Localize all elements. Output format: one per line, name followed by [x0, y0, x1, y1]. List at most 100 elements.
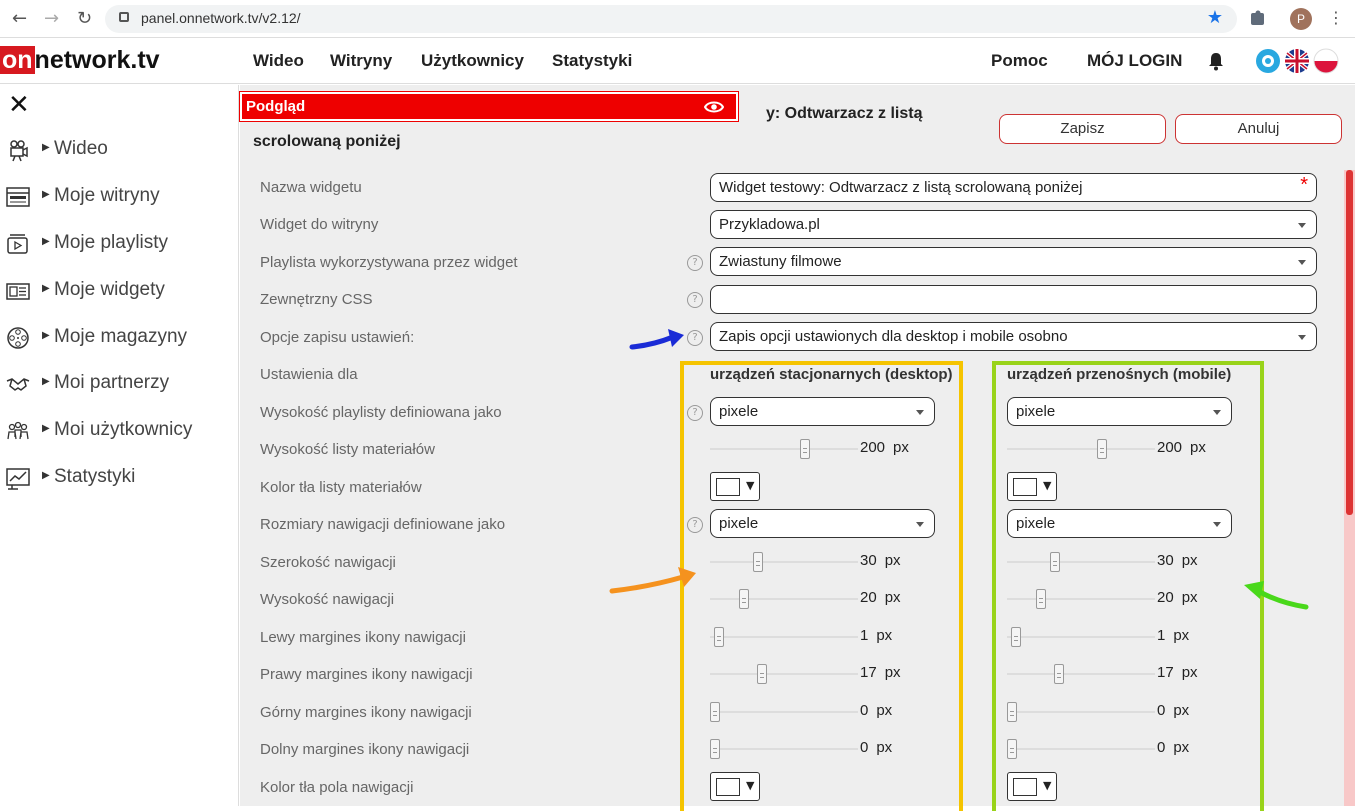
sidebar-item-uzytkownicy[interactable]: ▶ Moi użytkownicy: [6, 417, 231, 445]
save-options-select[interactable]: Zapis opcji ustawionych dla desktop i mo…: [710, 322, 1317, 351]
slider-track[interactable]: [710, 673, 858, 675]
mobile-slider[interactable]: 30 px: [1007, 552, 1207, 572]
topnav-uzytkownicy[interactable]: Użytkownicy: [421, 51, 524, 71]
desktop-unit-select[interactable]: pixele: [710, 397, 935, 426]
slider-track[interactable]: [710, 636, 858, 638]
slider-thumb[interactable]: [1054, 664, 1064, 684]
slider-track[interactable]: [1007, 711, 1155, 713]
mobile-slider[interactable]: 0 px: [1007, 702, 1207, 722]
css-input[interactable]: [710, 285, 1317, 314]
help-link[interactable]: Pomoc: [991, 51, 1048, 71]
widget-icon: [6, 283, 30, 300]
slider-track[interactable]: [710, 711, 858, 713]
sidebar-item-label: Moi użytkownicy: [54, 419, 193, 440]
expand-arrow-icon: ▶: [42, 236, 50, 247]
mobile-unit-select[interactable]: pixele: [1007, 509, 1232, 538]
mobile-color-picker[interactable]: ▼: [1007, 472, 1057, 501]
desktop-slider[interactable]: 200 px: [710, 439, 910, 459]
setting-row-label: Rozmiary nawigacji definiowane jako: [260, 516, 506, 533]
close-icon[interactable]: ✕: [8, 90, 30, 120]
slider-thumb[interactable]: [710, 739, 720, 759]
desktop-slider[interactable]: 0 px: [710, 739, 910, 759]
profile-avatar[interactable]: P: [1290, 8, 1312, 30]
skype-icon[interactable]: [1255, 48, 1281, 74]
desktop-slider[interactable]: 17 px: [710, 664, 910, 684]
slider-track[interactable]: [710, 598, 858, 600]
slider-track[interactable]: [1007, 598, 1155, 600]
slider-track[interactable]: [1007, 448, 1155, 450]
desktop-color-picker[interactable]: ▼: [710, 772, 760, 801]
slider-track[interactable]: [1007, 561, 1155, 563]
my-login-link[interactable]: MÓJ LOGIN: [1087, 51, 1182, 71]
help-icon[interactable]: ?: [687, 255, 703, 271]
menu-dots-icon[interactable]: ⋮: [1328, 8, 1344, 27]
help-icon[interactable]: ?: [687, 517, 703, 533]
extension-puzzle-icon[interactable]: [1249, 9, 1267, 27]
logo[interactable]: onnetwork.tv: [0, 46, 160, 74]
desktop-slider[interactable]: 1 px: [710, 627, 910, 647]
slider-thumb[interactable]: [1050, 552, 1060, 572]
preview-label: Podgląd: [246, 98, 306, 115]
page-scrollbar[interactable]: [1344, 170, 1355, 806]
help-icon[interactable]: ?: [687, 405, 703, 421]
slider-thumb[interactable]: [1011, 627, 1021, 647]
back-icon[interactable]: ←: [12, 8, 27, 29]
slider-track[interactable]: [1007, 748, 1155, 750]
mobile-color-picker[interactable]: ▼: [1007, 772, 1057, 801]
slider-thumb[interactable]: [1097, 439, 1107, 459]
slider-thumb[interactable]: [714, 627, 724, 647]
sidebar-item-widgety[interactable]: ▶ Moje widgety: [6, 277, 231, 305]
sidebar-item-partnerzy[interactable]: ▶ Moi partnerzy: [6, 370, 231, 398]
slider-value: 30 px: [1157, 552, 1198, 569]
slider-track[interactable]: [1007, 636, 1155, 638]
slider-track[interactable]: [710, 561, 858, 563]
slider-track[interactable]: [710, 448, 858, 450]
desktop-slider[interactable]: 30 px: [710, 552, 910, 572]
desktop-unit-select[interactable]: pixele: [710, 509, 935, 538]
slider-thumb[interactable]: [710, 702, 720, 722]
slider-track[interactable]: [710, 748, 858, 750]
eye-icon[interactable]: [704, 100, 724, 114]
slider-thumb[interactable]: [1007, 739, 1017, 759]
reload-icon[interactable]: ↻: [77, 8, 92, 29]
widget-name-input[interactable]: Widget testowy: Odtwarzacz z listą scrol…: [710, 173, 1317, 202]
mobile-slider[interactable]: 20 px: [1007, 589, 1207, 609]
help-icon[interactable]: ?: [687, 292, 703, 308]
site-select[interactable]: Przykladowa.pl: [710, 210, 1317, 239]
uk-flag-icon[interactable]: [1284, 48, 1310, 74]
cancel-button[interactable]: Anuluj: [1175, 114, 1342, 144]
slider-thumb[interactable]: [800, 439, 810, 459]
dropdown-arrow-icon: ▼: [1043, 779, 1052, 792]
slider-thumb[interactable]: [757, 664, 767, 684]
slider-thumb[interactable]: [739, 589, 749, 609]
pl-flag-icon[interactable]: [1313, 48, 1339, 74]
slider-thumb[interactable]: [753, 552, 763, 572]
mobile-slider[interactable]: 0 px: [1007, 739, 1207, 759]
forward-icon[interactable]: →: [44, 8, 59, 29]
slider-thumb[interactable]: [1007, 702, 1017, 722]
desktop-slider[interactable]: 0 px: [710, 702, 910, 722]
slider-thumb[interactable]: [1036, 589, 1046, 609]
topnav-witryny[interactable]: Witryny: [330, 51, 392, 71]
sidebar-item-statystyki[interactable]: ▶ Statystyki: [6, 464, 231, 492]
slider-track[interactable]: [1007, 673, 1155, 675]
save-button[interactable]: Zapisz: [999, 114, 1166, 144]
scrollbar-thumb[interactable]: [1346, 170, 1353, 515]
topnav-wideo[interactable]: Wideo: [253, 51, 304, 71]
bookmark-star-icon[interactable]: ★: [1207, 7, 1223, 28]
sidebar-item-magazyny[interactable]: ▶ Moje magazyny: [6, 324, 231, 352]
sidebar-item-wideo[interactable]: ▶ Wideo: [6, 136, 231, 164]
playlist-select[interactable]: Zwiastuny filmowe: [710, 247, 1317, 276]
desktop-slider[interactable]: 20 px: [710, 589, 910, 609]
sidebar-item-witryny[interactable]: ▶ Moje witryny: [6, 183, 231, 211]
topnav-statystyki[interactable]: Statystyki: [552, 51, 632, 71]
mobile-unit-select[interactable]: pixele: [1007, 397, 1232, 426]
mobile-slider[interactable]: 1 px: [1007, 627, 1207, 647]
mobile-slider[interactable]: 200 px: [1007, 439, 1207, 459]
bell-icon[interactable]: [1207, 51, 1225, 71]
sidebar-item-playlisty[interactable]: ▶ Moje playlisty: [6, 230, 231, 258]
mobile-slider[interactable]: 17 px: [1007, 664, 1207, 684]
address-bar[interactable]: panel.onnetwork.tv/v2.12/ ★: [105, 5, 1237, 33]
desktop-color-picker[interactable]: ▼: [710, 472, 760, 501]
preview-bar[interactable]: Podgląd: [239, 91, 739, 122]
